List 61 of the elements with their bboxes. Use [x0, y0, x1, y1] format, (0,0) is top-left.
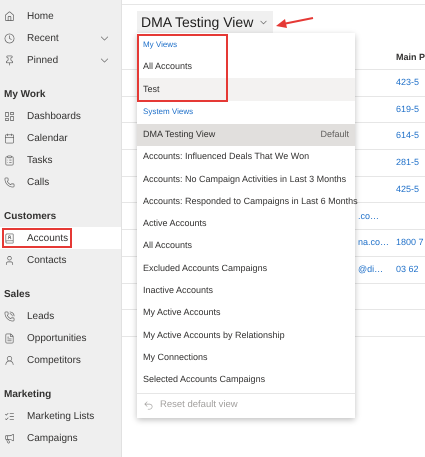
checklist-icon [4, 410, 15, 422]
nav-item[interactable]: Dashboards [0, 105, 121, 127]
section-heading: Customers [3, 210, 58, 224]
pin-icon [4, 54, 15, 66]
menu-item[interactable]: Accounts: Responded to Campaigns in Last 6 Months [137, 190, 355, 213]
menu-item[interactable]: My Connections [137, 346, 355, 369]
menu-item[interactable]: Test [137, 78, 355, 101]
nav-item[interactable]: Opportunities [0, 327, 121, 349]
menu-item[interactable]: DMA Testing View Default [137, 124, 355, 146]
email-link[interactable]: .co… [358, 210, 380, 221]
email-link[interactable]: @di… [358, 264, 384, 274]
menu-item[interactable]: Accounts: No Campaign Activities in Last 3 Months [137, 168, 355, 190]
section-heading: Sales [3, 288, 32, 302]
section-heading: My Work [3, 88, 46, 102]
clipboard-icon [4, 154, 15, 166]
nav-item[interactable]: Campaigns [0, 427, 121, 449]
menu-item[interactable]: All Accounts [137, 56, 355, 78]
section-heading: Marketing [3, 388, 52, 402]
home-icon [4, 10, 15, 22]
person-icon [4, 354, 15, 366]
person-icon [4, 254, 15, 266]
phone-link[interactable]: 614-5 [396, 129, 420, 143]
menu-item[interactable]: Accounts: Influenced Deals That We Won [137, 146, 355, 168]
dashboard-icon [4, 110, 15, 122]
nav-item[interactable]: Competitors [0, 349, 121, 371]
group-heading: My Views [142, 38, 178, 51]
nav-item[interactable]: Contacts [0, 249, 121, 271]
nav-item[interactable]: Leads [0, 305, 121, 327]
nav-item[interactable]: Home [0, 5, 121, 27]
phone-link[interactable]: 03 62 [396, 262, 419, 276]
menu-item[interactable]: My Active Accounts [137, 302, 355, 324]
calendar-icon [4, 132, 15, 144]
menu-item[interactable]: Inactive Accounts [137, 280, 355, 302]
phone-link[interactable]: 425-5 [396, 182, 420, 196]
megaphone-icon [4, 432, 15, 444]
menu-item[interactable]: Selected Accounts Campaigns [137, 368, 355, 392]
nav-item[interactable]: Pinned [0, 49, 121, 71]
email-link[interactable]: na.co… [358, 237, 390, 248]
address-book-icon [4, 232, 15, 244]
undo-icon [143, 400, 154, 411]
phone-link[interactable]: 281-5 [396, 156, 420, 170]
clock-icon [4, 32, 15, 44]
menu-item[interactable]: All Accounts [137, 235, 355, 258]
nav-item[interactable]: Marketing Lists [0, 405, 121, 427]
view-selector[interactable]: DMA Testing View [137, 11, 274, 33]
nav-item[interactable]: Recent [0, 27, 121, 49]
phone-link[interactable]: 423-5 [396, 76, 420, 90]
group-heading: System Views [142, 106, 194, 118]
menu-item[interactable]: My Active Accounts by Relationship [137, 324, 355, 347]
menu-item[interactable]: Active Accounts [137, 212, 355, 236]
phone-icon [4, 176, 15, 188]
column-header: Main P [396, 51, 425, 64]
phone-link[interactable]: 1800 7 [396, 236, 424, 250]
nav-item[interactable]: Tasks [0, 149, 121, 171]
nav-item[interactable]: Calls [0, 171, 121, 193]
phone-link[interactable]: 619-5 [396, 102, 420, 116]
nav-item[interactable]: Calendar [0, 127, 121, 149]
menu-item[interactable]: Excluded Accounts Campaigns [137, 257, 355, 280]
document-icon [4, 332, 15, 344]
phone-call-icon [4, 310, 15, 322]
default-label: Default [320, 128, 349, 141]
